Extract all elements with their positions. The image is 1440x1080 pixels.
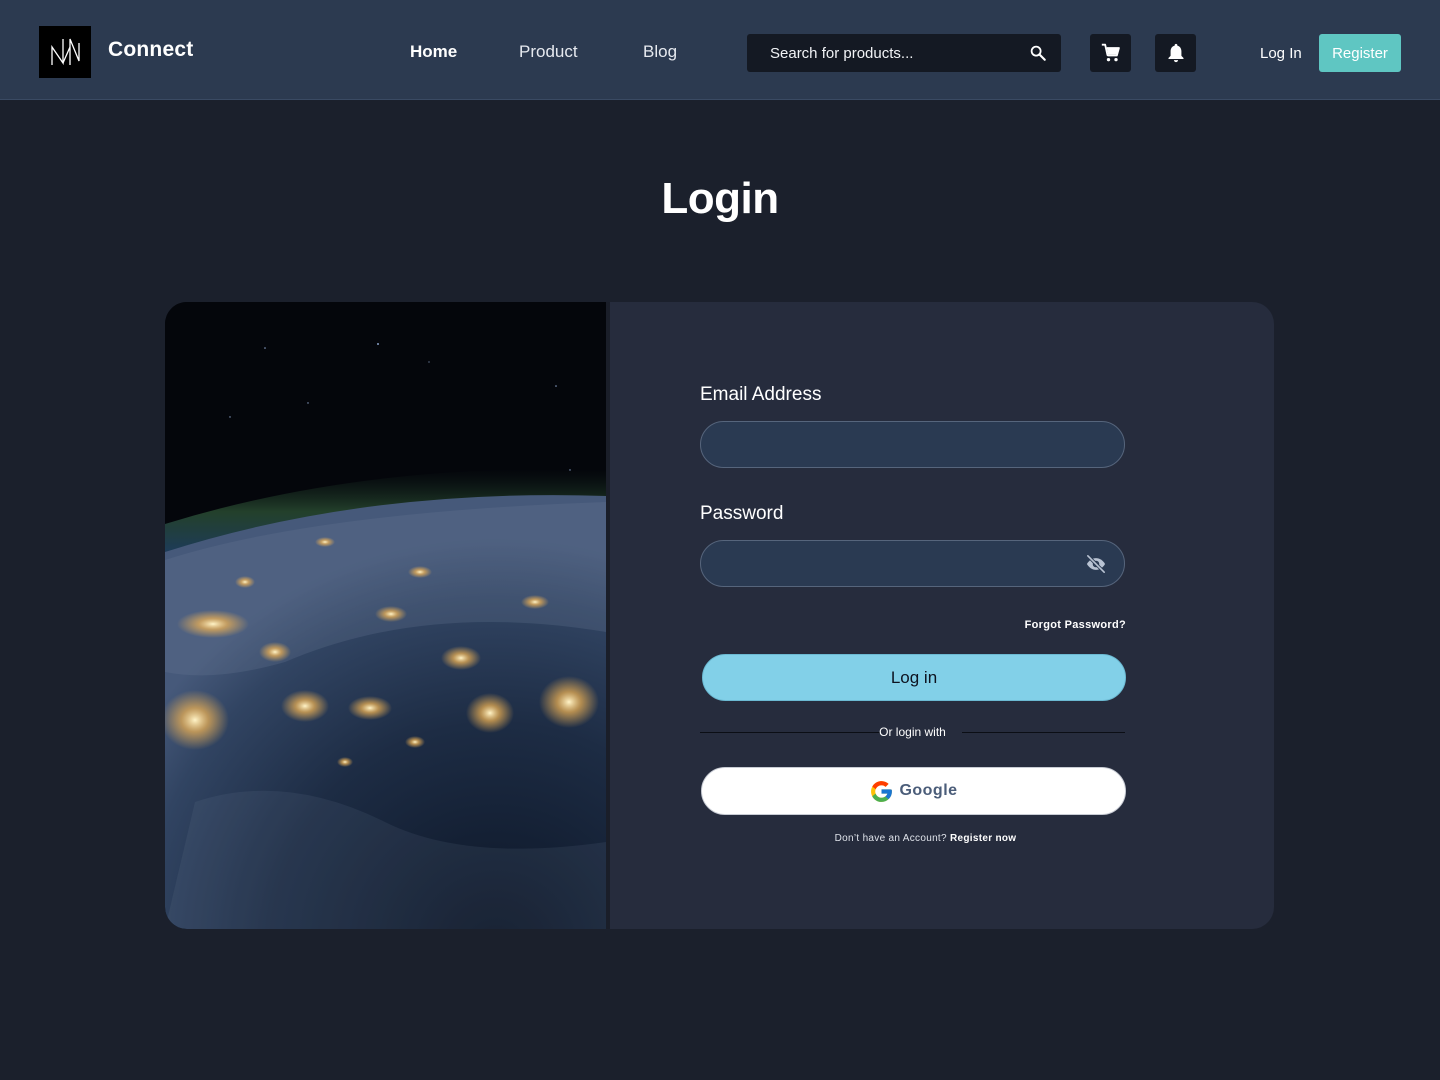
email-label: Email Address	[700, 384, 822, 405]
page-title: Login	[661, 174, 779, 223]
password-label: Password	[700, 503, 784, 524]
search-bar	[747, 34, 1061, 72]
top-navbar: Connect Home Product Blog Search for pro…	[0, 0, 1440, 100]
email-field[interactable]	[701, 422, 1124, 467]
nav-home[interactable]: Home	[410, 42, 457, 62]
register-now-link[interactable]: Register now	[950, 833, 1016, 844]
cart-button[interactable]	[1090, 34, 1131, 72]
google-icon	[869, 779, 894, 804]
forgot-password-link[interactable]: Forgot Password?	[945, 619, 1126, 631]
google-login-button[interactable]: Google	[701, 767, 1126, 815]
password-field-wrapper	[700, 540, 1125, 587]
signup-prompt-text: Don’t have an Account?	[834, 833, 947, 844]
or-login-with-text: Or login with	[879, 725, 946, 739]
notifications-button[interactable]	[1155, 34, 1196, 72]
search-input[interactable]	[770, 44, 1029, 62]
google-label: Google	[899, 782, 958, 799]
nav-blog[interactable]: Blog	[643, 42, 677, 62]
register-button[interactable]: Register	[1319, 34, 1401, 72]
login-button[interactable]: Log in	[702, 654, 1126, 701]
login-link[interactable]: Log In	[1260, 45, 1302, 62]
eye-off-icon[interactable]	[1085, 554, 1107, 574]
signup-prompt: Don’t have an Account? Register now	[700, 833, 1151, 844]
bell-icon	[1166, 42, 1186, 64]
password-field[interactable]	[701, 541, 1124, 586]
brand-name[interactable]: Connect	[108, 38, 193, 62]
nav-product[interactable]: Product	[519, 42, 578, 62]
login-card: Email Address Password Forgot Password? …	[165, 302, 1274, 929]
earth-at-night-image	[165, 302, 606, 929]
search-icon[interactable]	[1029, 44, 1047, 62]
logo-icon[interactable]	[39, 26, 91, 78]
email-field-wrapper	[700, 421, 1125, 468]
card-divider	[606, 302, 610, 929]
cart-icon	[1101, 43, 1121, 63]
